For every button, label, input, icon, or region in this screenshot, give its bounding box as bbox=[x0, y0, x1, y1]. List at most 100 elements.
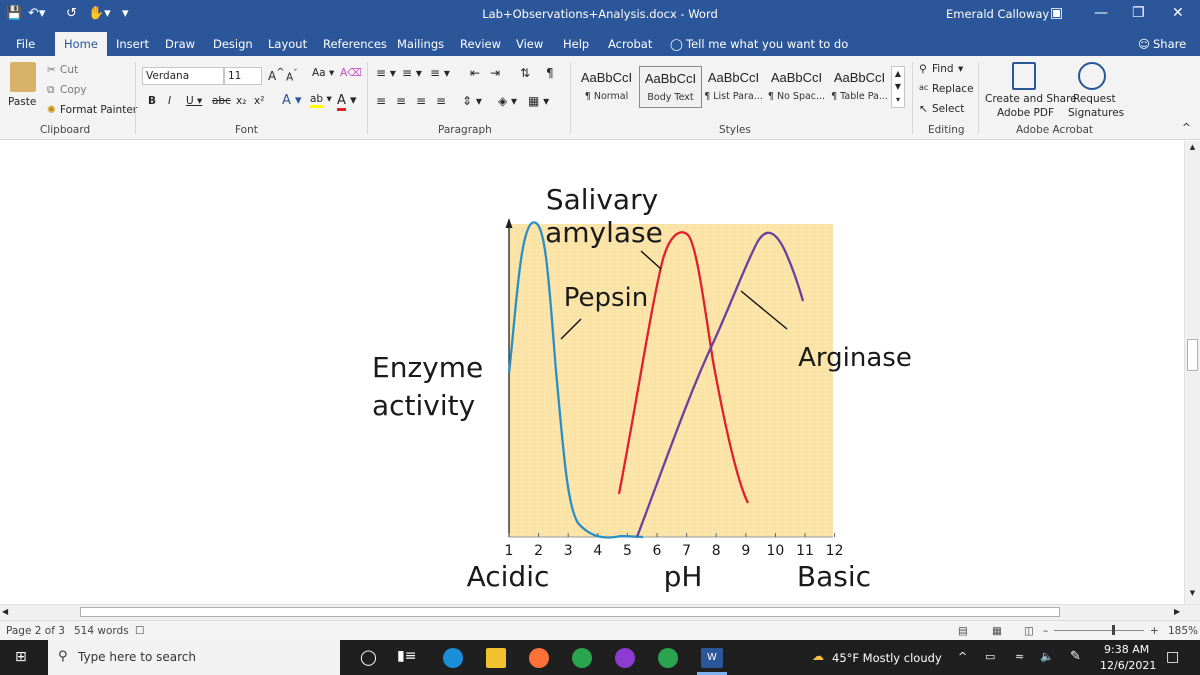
taskbar-search[interactable]: ⚲ Type here to search bbox=[48, 640, 340, 675]
edge-icon[interactable] bbox=[443, 648, 463, 668]
subscript-icon[interactable]: x₂ bbox=[236, 95, 246, 107]
app-icon[interactable] bbox=[615, 648, 635, 668]
print-layout-icon[interactable]: ▦ bbox=[992, 625, 1002, 637]
paste-button[interactable]: Paste bbox=[8, 96, 36, 108]
firefox-icon[interactable] bbox=[529, 648, 549, 668]
tab-layout[interactable]: Layout bbox=[268, 37, 307, 51]
request-signatures-icon[interactable] bbox=[1078, 62, 1106, 90]
tray-expand-icon[interactable]: ^ bbox=[958, 650, 967, 663]
volume-icon[interactable]: 🔈 bbox=[1040, 650, 1054, 663]
tab-help[interactable]: Help bbox=[563, 37, 589, 51]
tab-mailings[interactable]: Mailings bbox=[397, 37, 444, 51]
tab-draw[interactable]: Draw bbox=[165, 37, 195, 51]
horizontal-scrollbar[interactable]: ◀ ▶ bbox=[0, 604, 1200, 620]
paste-icon[interactable] bbox=[10, 62, 36, 92]
wifi-icon[interactable]: ≈ bbox=[1015, 650, 1024, 663]
underline-icon[interactable]: U ▾ bbox=[186, 95, 202, 107]
bold-icon[interactable]: B bbox=[148, 95, 156, 107]
proofing-icon[interactable]: ☐ bbox=[135, 625, 144, 637]
style-list-paragraph[interactable]: AaBbCcI ¶ List Para... bbox=[702, 66, 765, 108]
page-indicator[interactable]: Page 2 of 3 bbox=[6, 625, 65, 637]
font-color-icon[interactable]: A ▾ bbox=[337, 93, 357, 111]
scroll-up-icon[interactable]: ▲ bbox=[1187, 143, 1198, 154]
request-label[interactable]: Request bbox=[1073, 93, 1116, 105]
strikethrough-icon[interactable]: abc bbox=[212, 95, 231, 107]
style-table-paragraph[interactable]: AaBbCcI ¶ Table Pa... bbox=[828, 66, 891, 108]
tab-references[interactable]: References bbox=[323, 37, 387, 51]
vertical-scrollbar[interactable]: ▲ ▼ bbox=[1184, 141, 1200, 604]
word-icon[interactable]: W bbox=[701, 648, 723, 668]
scroll-right-icon[interactable]: ▶ bbox=[1174, 607, 1180, 616]
align-left-icon[interactable]: ≡ bbox=[376, 94, 386, 108]
file-explorer-icon[interactable] bbox=[486, 648, 506, 668]
styles-scroll-icon[interactable]: ▲ ▼ ▾ bbox=[891, 66, 905, 108]
tab-view[interactable]: View bbox=[516, 37, 543, 51]
create-share-label[interactable]: Create and Share bbox=[985, 93, 1077, 105]
align-center-icon[interactable]: ≡ bbox=[396, 94, 406, 108]
copy-button[interactable]: Copy bbox=[60, 84, 87, 96]
scroll-left-icon[interactable]: ◀ bbox=[2, 607, 8, 616]
decrease-indent-icon[interactable]: ⇤ bbox=[470, 66, 480, 80]
shading-icon[interactable]: ◈ ▾ bbox=[498, 94, 517, 108]
minimize-icon[interactable]: — bbox=[1094, 5, 1108, 21]
zoom-level[interactable]: 185% bbox=[1168, 625, 1198, 637]
clock-time[interactable]: 9:38 AM bbox=[1104, 643, 1149, 656]
italic-icon[interactable]: I bbox=[168, 95, 171, 107]
text-effects-icon[interactable]: A ▾ bbox=[282, 93, 302, 108]
superscript-icon[interactable]: x² bbox=[254, 95, 264, 107]
hscroll-thumb[interactable] bbox=[80, 607, 1060, 617]
tell-me-input[interactable]: Tell me what you want to do bbox=[686, 37, 848, 51]
ribbon-display-icon[interactable]: ▣ bbox=[1050, 5, 1063, 21]
align-right-icon[interactable]: ≡ bbox=[416, 94, 426, 108]
zoom-slider-thumb[interactable] bbox=[1112, 625, 1115, 635]
borders-icon[interactable]: ▦ ▾ bbox=[528, 94, 549, 108]
numbering-icon[interactable]: ≡ ▾ bbox=[402, 66, 422, 80]
replace-button[interactable]: Replace bbox=[932, 83, 974, 95]
justify-icon[interactable]: ≡ bbox=[436, 94, 446, 108]
windows-start-icon[interactable]: ⊞ bbox=[15, 649, 27, 665]
clear-formatting-icon[interactable]: A⌫ bbox=[340, 67, 362, 79]
word-count[interactable]: 514 words bbox=[74, 625, 129, 637]
increase-indent-icon[interactable]: ⇥ bbox=[490, 66, 500, 80]
zoom-in-icon[interactable]: + bbox=[1150, 625, 1159, 637]
show-formatting-icon[interactable]: ¶ bbox=[546, 66, 554, 80]
highlight-icon[interactable]: ab ▾ bbox=[310, 93, 332, 108]
tab-insert[interactable]: Insert bbox=[116, 37, 149, 51]
adobe-pdf-label[interactable]: Adobe PDF bbox=[997, 107, 1054, 119]
web-layout-icon[interactable]: ◫ bbox=[1024, 625, 1034, 637]
select-button[interactable]: Select bbox=[932, 103, 964, 115]
chrome-icon[interactable] bbox=[572, 648, 592, 668]
tab-home[interactable]: Home bbox=[55, 32, 107, 56]
tab-review[interactable]: Review bbox=[460, 37, 501, 51]
pen-icon[interactable]: ✎ bbox=[1070, 649, 1081, 664]
weather-text[interactable]: 45°F Mostly cloudy bbox=[832, 651, 942, 665]
close-icon[interactable]: ✕ bbox=[1172, 5, 1184, 21]
notifications-icon[interactable]: □ bbox=[1166, 649, 1179, 665]
shrink-font-icon[interactable]: Aˇ bbox=[286, 69, 298, 84]
scroll-down-icon[interactable]: ▼ bbox=[1187, 589, 1198, 600]
find-dropdown-icon[interactable]: ▾ bbox=[958, 63, 963, 75]
chrome-profile-icon[interactable] bbox=[658, 648, 678, 668]
cortana-icon[interactable]: ◯ bbox=[360, 648, 377, 666]
style-no-spacing[interactable]: AaBbCcI ¶ No Spac... bbox=[765, 66, 828, 108]
signatures-label[interactable]: Signatures bbox=[1068, 107, 1124, 119]
restore-icon[interactable]: ❐ bbox=[1132, 5, 1145, 21]
tab-design[interactable]: Design bbox=[213, 37, 253, 51]
change-case-icon[interactable]: Aa ▾ bbox=[312, 67, 334, 79]
font-size-combo[interactable]: 11 bbox=[224, 67, 262, 85]
tab-file[interactable]: File bbox=[16, 37, 35, 51]
find-button[interactable]: Find bbox=[932, 63, 954, 75]
clock-date[interactable]: 12/6/2021 bbox=[1100, 659, 1156, 672]
create-pdf-icon[interactable] bbox=[1012, 62, 1036, 90]
style-normal[interactable]: AaBbCcI ¶ Normal bbox=[575, 66, 638, 108]
zoom-slider[interactable] bbox=[1054, 630, 1144, 631]
line-spacing-icon[interactable]: ⇕ ▾ bbox=[462, 94, 482, 108]
multilevel-list-icon[interactable]: ≡ ▾ bbox=[430, 66, 450, 80]
font-name-combo[interactable]: Verdana bbox=[142, 67, 224, 85]
user-name[interactable]: Emerald Calloway bbox=[946, 7, 1049, 21]
sort-icon[interactable]: ⇅ bbox=[520, 66, 530, 80]
document-canvas[interactable]: 1 2 3 4 5 6 7 8 9 10 11 12 Salivary amylase Pepsin Arg… bbox=[0, 141, 1184, 604]
read-mode-icon[interactable]: ▤ bbox=[958, 625, 968, 637]
zoom-out-icon[interactable]: – bbox=[1043, 625, 1048, 637]
grow-font-icon[interactable]: A^ bbox=[268, 67, 285, 83]
